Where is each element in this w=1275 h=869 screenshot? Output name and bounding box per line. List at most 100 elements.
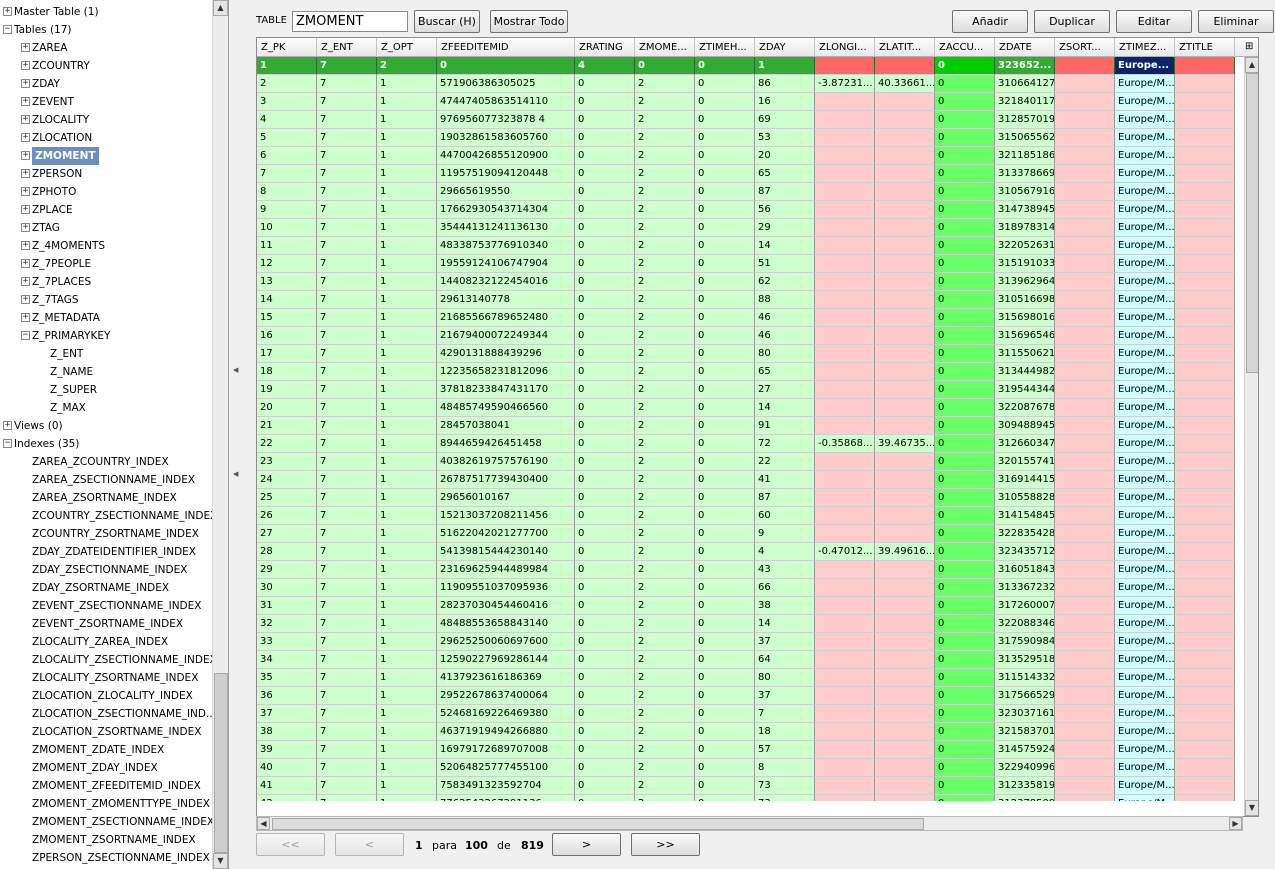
table-cell[interactable]	[875, 417, 935, 435]
table-cell[interactable]: 2	[635, 165, 695, 183]
table-cell[interactable]: 3	[257, 93, 317, 111]
table-cell[interactable]: 0	[695, 795, 755, 801]
table-cell[interactable]: 0	[935, 777, 995, 795]
table-cell[interactable]: 1	[377, 615, 437, 633]
table-cell[interactable]	[875, 741, 935, 759]
tree-item[interactable]: ZMOMENT_ZSECTIONNAME_INDEX	[0, 813, 214, 831]
table-cell[interactable]: 32	[257, 615, 317, 633]
table-cell[interactable]	[1055, 129, 1115, 147]
table-cell[interactable]	[875, 669, 935, 687]
table-cell[interactable]	[1175, 147, 1235, 165]
table-cell[interactable]: 4	[257, 111, 317, 129]
table-cell[interactable]: 1	[377, 471, 437, 489]
table-cell[interactable]: 0	[575, 687, 635, 705]
table-cell[interactable]: 2	[635, 489, 695, 507]
table-row[interactable]: 3 7 1 47447405863514110 0 2 0 16 0 321840117 Europ…	[257, 93, 1244, 111]
table-cell[interactable]: 2	[635, 471, 695, 489]
table-cell[interactable]: 0	[695, 57, 755, 75]
table-cell[interactable]: 7	[317, 777, 377, 795]
table-cell[interactable]: 46	[755, 327, 815, 345]
table-cell[interactable]: 0	[935, 75, 995, 93]
table-cell[interactable]	[1055, 471, 1115, 489]
table-cell[interactable]: 44700426855120900	[437, 147, 575, 165]
table-cell[interactable]: 1	[377, 741, 437, 759]
table-cell[interactable]: 0	[695, 561, 755, 579]
table-cell[interactable]: 0	[575, 777, 635, 795]
table-row[interactable]: 5 7 1 19032861583605760 0 2 0 53 0 315065562 Europ…	[257, 129, 1244, 147]
tree-item[interactable]: ZMOMENT_ZDAY_INDEX	[0, 759, 212, 777]
table-cell[interactable]: Europe/M...	[1115, 363, 1175, 381]
table-cell[interactable]	[875, 273, 935, 291]
table-cell[interactable]: 0	[575, 669, 635, 687]
table-cell[interactable]	[1175, 57, 1235, 75]
table-cell[interactable]: 37	[257, 705, 317, 723]
table-cell[interactable]	[1175, 705, 1235, 723]
table-cell[interactable]: 65	[755, 165, 815, 183]
table-cell[interactable]	[1055, 561, 1115, 579]
table-cell[interactable]: 322088346	[995, 615, 1055, 633]
table-cell[interactable]	[815, 561, 875, 579]
table-cell[interactable]: 322940996	[995, 759, 1055, 777]
table-cell[interactable]: 0	[575, 435, 635, 453]
table-cell[interactable]	[815, 651, 875, 669]
table-row[interactable]: 40 7 1 52064825777455100 0 2 0 8 0 322940996 Europ…	[257, 759, 1244, 777]
tree-item[interactable]: ZAREA_ZCOUNTRY_INDEX	[0, 453, 212, 471]
table-cell[interactable]: 2	[635, 453, 695, 471]
table-cell[interactable]	[1175, 219, 1235, 237]
table-cell[interactable]: 0	[935, 237, 995, 255]
table-cell[interactable]: 0	[575, 759, 635, 777]
table-cell[interactable]: 29613140778	[437, 291, 575, 309]
table-cell[interactable]	[1055, 381, 1115, 399]
tree-item[interactable]: ZLOCALITY_ZSORTNAME_INDEX	[0, 669, 212, 687]
table-row[interactable]: 2 7 1 571906386305025 0 2 0 86 -3.87231... 40.336…	[257, 75, 1244, 93]
tree-item[interactable]: ZMOMENT_ZFEEDITEMID_INDEX	[0, 777, 212, 795]
table-cell[interactable]: 0	[935, 345, 995, 363]
table-cell[interactable]	[875, 471, 935, 489]
table-cell[interactable]: Europe/M...	[1115, 201, 1175, 219]
table-cell[interactable]: 7	[317, 579, 377, 597]
table-row[interactable]: 8 7 1 29665619550 0 2 0 87 0 310567916 Europe/M...	[257, 183, 1244, 201]
table-cell[interactable]: 41	[257, 777, 317, 795]
table-cell[interactable]: 21679400072249344	[437, 327, 575, 345]
table-cell[interactable]: 16	[755, 93, 815, 111]
table-cell[interactable]: 0	[575, 417, 635, 435]
table-cell[interactable]: Europe/M...	[1115, 381, 1175, 399]
table-cell[interactable]: 0	[935, 273, 995, 291]
table-row[interactable]: 10 7 1 35444131241136130 0 2 0 29 0 318978314 Euro…	[257, 219, 1244, 237]
column-header[interactable]: ZDATE	[995, 38, 1055, 57]
table-cell[interactable]: Europe/M...	[1115, 327, 1175, 345]
table-cell[interactable]: 0	[575, 291, 635, 309]
tree-vertical-scrollbar[interactable]: ▲ ▼	[212, 0, 228, 869]
collapse-icon[interactable]: −	[3, 439, 12, 448]
table-cell[interactable]: 0	[575, 183, 635, 201]
table-cell[interactable]: 0	[935, 723, 995, 741]
table-cell[interactable]	[815, 57, 875, 75]
table-cell[interactable]: 26	[257, 507, 317, 525]
column-header[interactable]: ZLATIT...	[875, 38, 935, 57]
table-cell[interactable]: 24	[257, 471, 317, 489]
table-cell[interactable]: 7	[317, 417, 377, 435]
table-cell[interactable]: 21	[257, 417, 317, 435]
column-header[interactable]: ZFEEDITEMID	[437, 38, 575, 57]
table-cell[interactable]: Europe/M...	[1115, 651, 1175, 669]
table-cell[interactable]	[875, 57, 935, 75]
table-cell[interactable]: 0	[695, 327, 755, 345]
table-cell[interactable]: 0	[575, 381, 635, 399]
table-cell[interactable]: 1	[377, 111, 437, 129]
table-cell[interactable]: 2	[635, 651, 695, 669]
table-cell[interactable]	[875, 93, 935, 111]
table-cell[interactable]	[875, 291, 935, 309]
table-cell[interactable]: 1	[377, 687, 437, 705]
table-cell[interactable]	[875, 453, 935, 471]
table-cell[interactable]: 52064825777455100	[437, 759, 575, 777]
table-cell[interactable]	[875, 759, 935, 777]
column-header[interactable]: Z_ENT	[317, 38, 377, 57]
table-cell[interactable]: 2	[635, 291, 695, 309]
table-cell[interactable]: 1	[377, 651, 437, 669]
table-cell[interactable]: 1	[377, 543, 437, 561]
table-row[interactable]: 18 7 1 12235658231812096 0 2 0 65 0 313444982 Euro…	[257, 363, 1244, 381]
table-cell[interactable]: 309488945	[995, 417, 1055, 435]
table-cell[interactable]: 0	[575, 543, 635, 561]
table-cell[interactable]: 1	[377, 273, 437, 291]
table-cell[interactable]: Europe/M...	[1115, 669, 1175, 687]
